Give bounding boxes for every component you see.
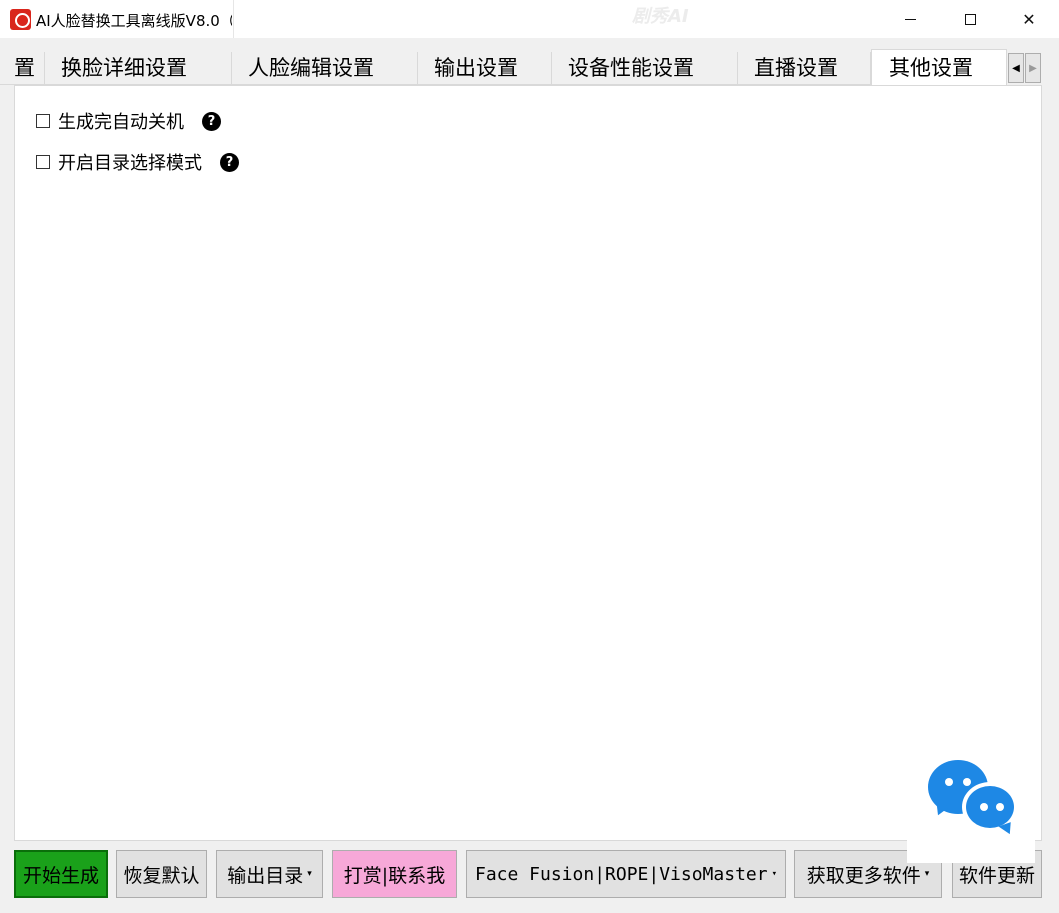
directory-mode-checkbox[interactable]	[36, 155, 50, 169]
watermark-logo: 剧秀AI	[632, 6, 689, 27]
tab-strip: 置 换脸详细设置 人脸编辑设置 输出设置 设备性能设置 直播设置 其他设置	[0, 49, 1007, 86]
maximize-button[interactable]	[940, 0, 1000, 38]
directory-mode-label: 开启目录选择模式	[58, 153, 202, 174]
tab-face-edit[interactable]: 人脸编辑设置	[232, 52, 418, 84]
chat-bubble-small-icon	[962, 782, 1018, 832]
tab-other-settings[interactable]: 其他设置	[871, 49, 1007, 86]
tab-partial-settings[interactable]: 置	[0, 52, 45, 84]
bubble-dot	[963, 778, 971, 786]
bubble-dot	[996, 803, 1004, 811]
tab-device-performance[interactable]: 设备性能设置	[552, 52, 738, 84]
donate-contact-button[interactable]: 打赏|联系我	[332, 850, 457, 898]
dropdown-caret-icon: ▾	[771, 869, 778, 879]
arrow-right-icon: ▶	[1029, 62, 1037, 74]
chat-widget[interactable]	[907, 738, 1035, 863]
tab-live-stream[interactable]: 直播设置	[738, 52, 871, 84]
auto-shutdown-checkbox[interactable]	[36, 114, 50, 128]
bubble-dot	[945, 778, 953, 786]
title-bar: AI人脸替换工具离线版V8.0（ 剧秀AI ✕	[0, 0, 1059, 38]
engine-select-label: Face Fusion|ROPE|VisoMaster	[474, 863, 768, 885]
bubble-dot	[980, 803, 988, 811]
dropdown-caret-icon: ▾	[307, 869, 312, 879]
tab-scroll-left-button[interactable]: ◀	[1008, 53, 1024, 83]
help-icon[interactable]: ?	[220, 152, 239, 172]
app-logo-icon	[10, 9, 31, 30]
start-generate-button[interactable]: 开始生成	[14, 850, 108, 898]
minimize-icon	[904, 18, 916, 20]
minimize-button[interactable]	[880, 0, 940, 38]
auto-shutdown-label: 生成完自动关机	[58, 112, 184, 133]
more-software-label: 获取更多软件	[806, 864, 921, 887]
tab-face-swap-detail[interactable]: 换脸详细设置	[45, 52, 232, 84]
help-icon[interactable]: ?	[202, 111, 221, 131]
tab-scroll-right-button[interactable]: ▶	[1025, 53, 1041, 83]
close-button[interactable]: ✕	[999, 0, 1059, 38]
restore-defaults-button[interactable]: 恢复默认	[116, 850, 207, 898]
tab-output[interactable]: 输出设置	[418, 52, 552, 84]
output-directory-label: 输出目录	[227, 864, 304, 887]
title-divider	[233, 0, 234, 38]
option-directory-select-mode[interactable]: 开启目录选择模式 ?	[36, 150, 239, 174]
engine-select-button[interactable]: Face Fusion|ROPE|VisoMaster ▾	[466, 850, 786, 898]
dropdown-caret-icon: ▾	[924, 869, 930, 879]
maximize-icon	[964, 13, 976, 25]
window-title: AI人脸替换工具离线版V8.0（	[36, 12, 232, 30]
option-auto-shutdown[interactable]: 生成完自动关机 ?	[36, 109, 221, 133]
arrow-left-icon: ◀	[1012, 62, 1020, 74]
close-icon: ✕	[1022, 9, 1036, 29]
output-directory-button[interactable]: 输出目录 ▾	[216, 850, 323, 898]
other-settings-panel: 生成完自动关机 ? 开启目录选择模式 ?	[14, 85, 1042, 841]
